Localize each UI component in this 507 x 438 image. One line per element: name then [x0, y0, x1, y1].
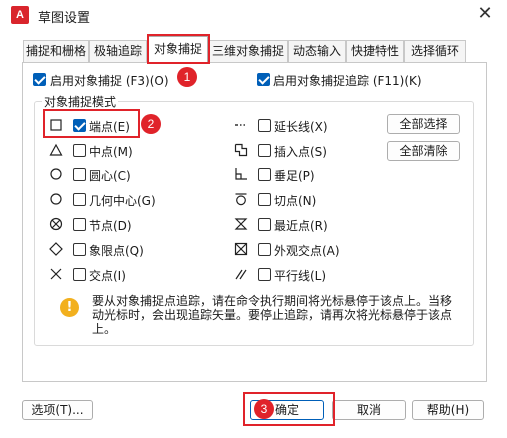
- select-all-button[interactable]: 全部选择: [387, 114, 460, 134]
- tab-object-snap[interactable]: 对象捕捉: [148, 36, 208, 63]
- enable-osnap-label: 启用对象捕捉 (F3)(O): [50, 74, 169, 88]
- tracking-hint-text: 要从对象捕捉点追踪，请在命令执行期间将光标悬停于该点上。当移动光标时，会出现追踪…: [92, 294, 453, 336]
- tab-dynamic-input[interactable]: 动态输入: [288, 40, 346, 62]
- endpoint-square-icon: [49, 118, 63, 132]
- annotation-badge-1: 1: [177, 67, 197, 87]
- autocad-app-icon: A: [11, 6, 29, 24]
- intersection-x-icon: [49, 267, 63, 281]
- perpendicular-checkbox[interactable]: [258, 168, 271, 181]
- geometric-center-circle-icon: [49, 192, 63, 206]
- enable-osnap-checkbox[interactable]: [33, 73, 46, 86]
- cancel-button[interactable]: 取消: [332, 400, 406, 420]
- quadrant-checkbox[interactable]: [73, 243, 86, 256]
- window-title: 草图设置: [38, 11, 91, 26]
- insertion-label: 插入点(S): [274, 145, 327, 159]
- parallel-icon: [234, 267, 248, 281]
- apparent-intersection-checkbox[interactable]: [258, 243, 271, 256]
- center-label: 圆心(C): [89, 169, 131, 183]
- tab-polar-tracking[interactable]: 极轴追踪: [89, 40, 147, 62]
- nearest-checkbox[interactable]: [258, 218, 271, 231]
- clear-all-button[interactable]: 全部清除: [387, 141, 460, 161]
- tab-quick-properties[interactable]: 快捷特性: [346, 40, 404, 62]
- intersection-label: 交点(I): [89, 269, 126, 283]
- center-circle-icon: [49, 167, 63, 181]
- extension-label: 延长线(X): [274, 120, 328, 134]
- tangent-checkbox[interactable]: [258, 193, 271, 206]
- annotation-badge-3: 3: [254, 399, 274, 419]
- warning-icon: !: [60, 298, 79, 317]
- help-button[interactable]: 帮助(H): [412, 400, 484, 420]
- nearest-hourglass-icon: [234, 217, 248, 231]
- tangent-icon: [234, 192, 248, 206]
- quadrant-label: 象限点(Q): [89, 244, 144, 258]
- quadrant-diamond-icon: [49, 242, 63, 256]
- endpoint-label: 端点(E): [89, 120, 130, 134]
- snap-modes-group-title: 对象捕捉模式: [42, 93, 119, 110]
- perpendicular-label: 垂足(P): [274, 169, 315, 183]
- center-checkbox[interactable]: [73, 168, 86, 181]
- extension-checkbox[interactable]: [258, 119, 271, 132]
- title-bar: A 草图设置 ✕: [0, 0, 507, 30]
- node-label: 节点(D): [89, 219, 132, 233]
- extension-icon: [234, 118, 248, 132]
- perpendicular-icon: [234, 167, 248, 181]
- insertion-icon: [234, 143, 248, 157]
- geometric-center-label: 几何中心(G): [89, 194, 156, 208]
- nearest-label: 最近点(R): [274, 219, 328, 233]
- parallel-checkbox[interactable]: [258, 268, 271, 281]
- enable-tracking-checkbox[interactable]: [257, 73, 270, 86]
- midpoint-label: 中点(M): [89, 145, 133, 159]
- enable-tracking-label: 启用对象捕捉追踪 (F11)(K): [273, 74, 422, 88]
- geometric-center-checkbox[interactable]: [73, 193, 86, 206]
- tab-selection-cycling[interactable]: 选择循环: [404, 40, 466, 62]
- tab-3d-object-snap[interactable]: 三维对象捕捉: [208, 40, 288, 62]
- node-circle-x-icon: [49, 217, 63, 231]
- annotation-badge-2: 2: [141, 114, 161, 134]
- insertion-checkbox[interactable]: [258, 144, 271, 157]
- parallel-label: 平行线(L): [274, 269, 327, 283]
- intersection-checkbox[interactable]: [73, 268, 86, 281]
- apparent-intersection-icon: [234, 242, 248, 256]
- tangent-label: 切点(N): [274, 194, 317, 208]
- endpoint-checkbox[interactable]: [73, 119, 86, 132]
- close-icon[interactable]: ✕: [472, 3, 498, 25]
- midpoint-triangle-icon: [49, 143, 63, 157]
- midpoint-checkbox[interactable]: [73, 144, 86, 157]
- node-checkbox[interactable]: [73, 218, 86, 231]
- tab-snap-grid[interactable]: 捕捉和栅格: [23, 40, 89, 62]
- options-button[interactable]: 选项(T)...: [22, 400, 93, 420]
- apparent-intersection-label: 外观交点(A): [274, 244, 340, 258]
